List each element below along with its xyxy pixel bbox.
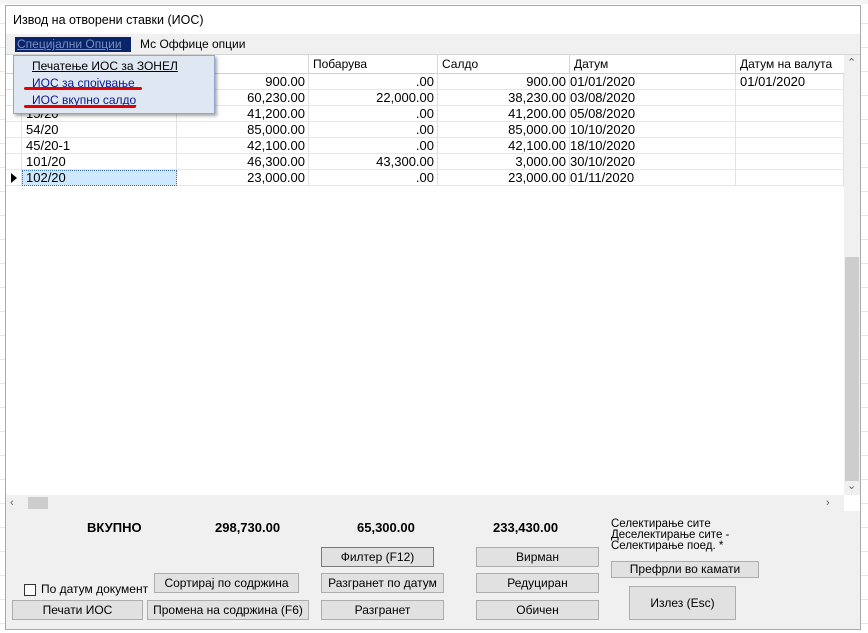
change-content-button[interactable]: Промена на содржина (F6): [147, 600, 309, 620]
red-annotation-underline: [24, 87, 142, 90]
filter-button[interactable]: Филтер (F12): [321, 547, 434, 567]
current-row-arrow-icon: [11, 173, 17, 183]
cell-dolguva[interactable]: 85,000.00: [177, 122, 309, 138]
horizontal-scroll-thumb[interactable]: [28, 497, 48, 509]
exit-button[interactable]: Излез (Esc): [629, 586, 736, 620]
cell-datum-valuta[interactable]: [736, 106, 844, 122]
row-selector[interactable]: [6, 154, 22, 170]
cell-dolguva[interactable]: 46,300.00: [177, 154, 309, 170]
cell-saldo[interactable]: 85,000.00: [438, 122, 570, 138]
cell-pobaruva[interactable]: 22,000.00: [309, 90, 438, 106]
cell-datum-valuta[interactable]: [736, 90, 844, 106]
branched-by-date-button[interactable]: Разгранет по датум: [321, 573, 444, 593]
cell-datum[interactable]: 10/10/2020: [570, 122, 736, 138]
cell-pobaruva[interactable]: 43,300.00: [309, 154, 438, 170]
cell-saldo[interactable]: 3,000.00: [438, 154, 570, 170]
cell-saldo[interactable]: 42,100.00: [438, 138, 570, 154]
totals-pobaruva: 65,300.00: [357, 520, 415, 535]
cell-datum[interactable]: 05/08/2020: [570, 106, 736, 122]
cell-saldo[interactable]: 900.00: [438, 74, 570, 90]
cell-pobaruva[interactable]: .00: [309, 138, 438, 154]
horizontal-scrollbar[interactable]: ‹ ›: [6, 495, 844, 511]
sort-by-content-button[interactable]: Сортирај по содржина: [154, 573, 299, 593]
table-row[interactable]: 101/20 46,300.00 43,300.00 3,000.00 30/1…: [6, 154, 844, 170]
data-grid[interactable]: Побарува Салдо Датум Датум на валута 900…: [6, 54, 860, 511]
header-col-datum-valuta[interactable]: Датум на валута: [736, 55, 844, 73]
table-row-selected[interactable]: 102/20 23,000.00 .00 23,000.00 01/11/202…: [6, 170, 844, 186]
totals-label: ВКУПНО: [87, 520, 142, 535]
totals-saldo: 233,430.00: [493, 520, 559, 535]
scroll-up-icon[interactable]: ⌃: [847, 56, 856, 70]
ordinary-button[interactable]: Обичен: [476, 600, 599, 620]
cell-pobaruva[interactable]: .00: [309, 170, 438, 186]
scroll-left-icon[interactable]: ‹: [10, 496, 14, 510]
background-top-strip: [0, 0, 868, 4]
cell-saldo[interactable]: 38,230.00: [438, 90, 570, 106]
date-document-checkbox[interactable]: [24, 584, 36, 596]
cell-document[interactable]: 101/20: [22, 154, 177, 170]
print-ios-button[interactable]: Печати ИОС: [12, 600, 143, 620]
reduced-button[interactable]: Редуциран: [476, 573, 599, 593]
cell-document[interactable]: 45/20-1: [22, 138, 177, 154]
header-col-datum[interactable]: Датум: [570, 55, 736, 73]
totals-dolguva: 298,730.00: [215, 520, 281, 535]
select-individual-text: Селектирање поед. *: [611, 540, 724, 552]
cell-saldo[interactable]: 41,200.00: [438, 106, 570, 122]
window-title: Извод на отворени ставки (ИОС): [13, 13, 204, 27]
branched-button[interactable]: Разгранет: [321, 600, 444, 620]
menu-special-options[interactable]: Специјални Опции: [15, 37, 131, 52]
row-selector[interactable]: [6, 138, 22, 154]
cell-datum[interactable]: 01/01/2020: [570, 74, 736, 90]
title-bar: Извод на отворени ставки (ИОС): [6, 6, 860, 34]
cell-datum[interactable]: 01/11/2020: [570, 170, 736, 186]
cell-datum-valuta[interactable]: [736, 154, 844, 170]
cell-pobaruva[interactable]: .00: [309, 74, 438, 90]
scroll-down-icon[interactable]: ⌄: [847, 479, 856, 493]
row-selector[interactable]: [6, 122, 22, 138]
cell-saldo[interactable]: 23,000.00: [438, 170, 570, 186]
cell-dolguva[interactable]: 42,100.00: [177, 138, 309, 154]
vertical-scroll-thumb[interactable]: [845, 257, 859, 481]
cell-dolguva[interactable]: 23,000.00: [177, 170, 309, 186]
vertical-scrollbar[interactable]: ⌃ ⌄: [844, 55, 860, 495]
menu-office-options[interactable]: Мс Оффице опции: [140, 37, 245, 52]
cell-document[interactable]: 54/20: [22, 122, 177, 138]
cell-datum[interactable]: 03/08/2020: [570, 90, 736, 106]
menu-item-print-zonel[interactable]: Печатење ИОС за ЗОНЕЛ: [32, 58, 178, 74]
scroll-right-icon[interactable]: ›: [826, 496, 830, 510]
cell-document[interactable]: 102/20: [22, 170, 177, 186]
table-row[interactable]: 45/20-1 42,100.00 .00 42,100.00 18/10/20…: [6, 138, 844, 154]
header-col-saldo[interactable]: Салдо: [438, 55, 570, 73]
cell-datum[interactable]: 30/10/2020: [570, 154, 736, 170]
red-annotation-underline: [24, 105, 136, 108]
transfer-to-interest-button[interactable]: Префрли во камати: [611, 561, 759, 578]
virman-button[interactable]: Вирман: [476, 547, 599, 567]
cell-datum-valuta[interactable]: 01/01/2020: [736, 74, 844, 90]
cell-datum-valuta[interactable]: [736, 170, 844, 186]
date-document-label: По датум документ: [41, 582, 149, 596]
cell-datum[interactable]: 18/10/2020: [570, 138, 736, 154]
ios-dialog: Извод на отворени ставки (ИОС) Специјалн…: [5, 5, 861, 630]
table-row[interactable]: 54/20 85,000.00 .00 85,000.00 10/10/2020: [6, 122, 844, 138]
cell-datum-valuta[interactable]: [736, 122, 844, 138]
cell-pobaruva[interactable]: .00: [309, 106, 438, 122]
row-selector[interactable]: [6, 170, 22, 186]
selection-help-text: Селектирање сите Деселектирање сите - Се…: [611, 518, 729, 552]
menu-bar: Специјални Опции Мс Оффице опции: [6, 34, 860, 54]
cell-pobaruva[interactable]: .00: [309, 122, 438, 138]
cell-datum-valuta[interactable]: [736, 138, 844, 154]
header-col-pobaruva[interactable]: Побарува: [309, 55, 438, 73]
